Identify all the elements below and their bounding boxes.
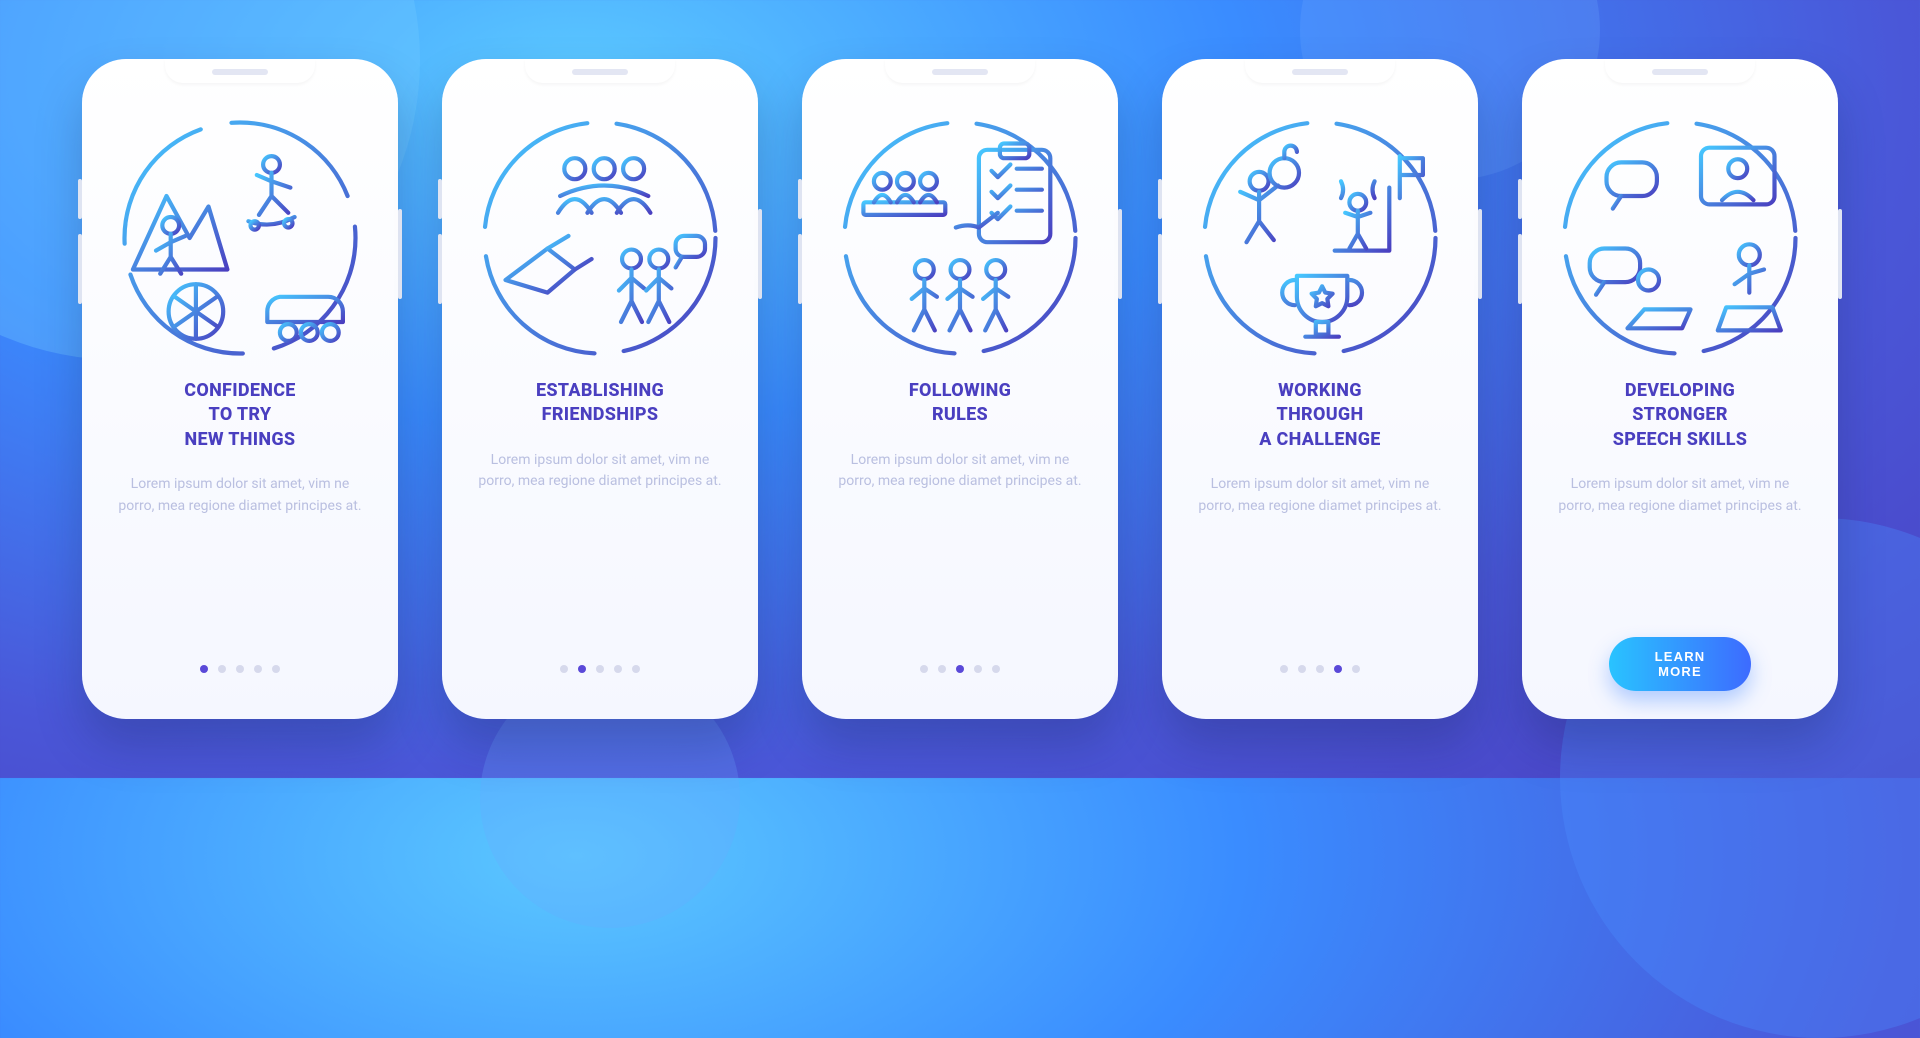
dot [614, 665, 622, 673]
dot [1334, 665, 1342, 673]
phone-mockup: FOLLOWING RULES Lorem ipsum dolor sit am… [802, 59, 1118, 719]
dot [632, 665, 640, 673]
conversation-speech-icon [1538, 79, 1822, 379]
phone-mockup: ESTABLISHING FRIENDSHIPS Lorem ipsum dol… [442, 59, 758, 719]
phone-notch [885, 59, 1035, 83]
dot [272, 665, 280, 673]
dot [956, 665, 964, 673]
challenge-trophy-icon [1178, 79, 1462, 379]
page-indicator[interactable] [920, 665, 1000, 673]
phone-power-button [758, 209, 762, 299]
screen-title: DEVELOPING STRONGER SPEECH SKILLS [1613, 379, 1748, 452]
page-indicator[interactable] [1280, 665, 1360, 673]
screen-description: Lorem ipsum dolor sit amet, vim ne porro… [1196, 474, 1444, 517]
dot [938, 665, 946, 673]
dot [218, 665, 226, 673]
screen-description: Lorem ipsum dolor sit amet, vim ne porro… [116, 474, 364, 517]
phone-volume-button [438, 234, 442, 304]
phone-notch [1245, 59, 1395, 83]
dot [1316, 665, 1324, 673]
dot [254, 665, 262, 673]
phone-notch [525, 59, 675, 83]
phone-volume-button [798, 179, 802, 219]
dot [992, 665, 1000, 673]
onboarding-screens-row: CONFIDENCE TO TRY NEW THINGS Lorem ipsum… [0, 0, 1920, 778]
screen-title: CONFIDENCE TO TRY NEW THINGS [184, 379, 295, 452]
phone-notch [165, 59, 315, 83]
page-indicator[interactable] [560, 665, 640, 673]
phone-power-button [1838, 209, 1842, 299]
dot [1280, 665, 1288, 673]
dot [1298, 665, 1306, 673]
phone-volume-button [1518, 179, 1522, 219]
dot [596, 665, 604, 673]
dot [920, 665, 928, 673]
phone-power-button [1478, 209, 1482, 299]
phone-volume-button [438, 179, 442, 219]
screen-title: WORKING THROUGH A CHALLENGE [1259, 379, 1380, 452]
page-indicator[interactable] [200, 665, 280, 673]
screen-title: ESTABLISHING FRIENDSHIPS [536, 379, 664, 428]
learn-more-button[interactable]: LEARN MORE [1609, 637, 1751, 691]
sports-activities-icon [98, 79, 382, 379]
friendship-handshake-icon [458, 79, 742, 379]
phone-volume-button [1158, 179, 1162, 219]
phone-volume-button [78, 234, 82, 304]
dot [200, 665, 208, 673]
phone-volume-button [798, 234, 802, 304]
phone-volume-button [1158, 234, 1162, 304]
phone-power-button [398, 209, 402, 299]
dot [1352, 665, 1360, 673]
phone-mockup: WORKING THROUGH A CHALLENGE Lorem ipsum … [1162, 59, 1478, 719]
screen-title: FOLLOWING RULES [909, 379, 1011, 428]
dot [578, 665, 586, 673]
dot [236, 665, 244, 673]
checklist-team-icon [818, 79, 1102, 379]
screen-description: Lorem ipsum dolor sit amet, vim ne porro… [476, 450, 724, 493]
phone-power-button [1118, 209, 1122, 299]
dot [974, 665, 982, 673]
phone-mockup: DEVELOPING STRONGER SPEECH SKILLS Lorem … [1522, 59, 1838, 719]
phone-volume-button [78, 179, 82, 219]
screen-description: Lorem ipsum dolor sit amet, vim ne porro… [1556, 474, 1804, 517]
phone-notch [1605, 59, 1755, 83]
phone-volume-button [1518, 234, 1522, 304]
screen-description: Lorem ipsum dolor sit amet, vim ne porro… [836, 450, 1084, 493]
phone-mockup: CONFIDENCE TO TRY NEW THINGS Lorem ipsum… [82, 59, 398, 719]
dot [560, 665, 568, 673]
